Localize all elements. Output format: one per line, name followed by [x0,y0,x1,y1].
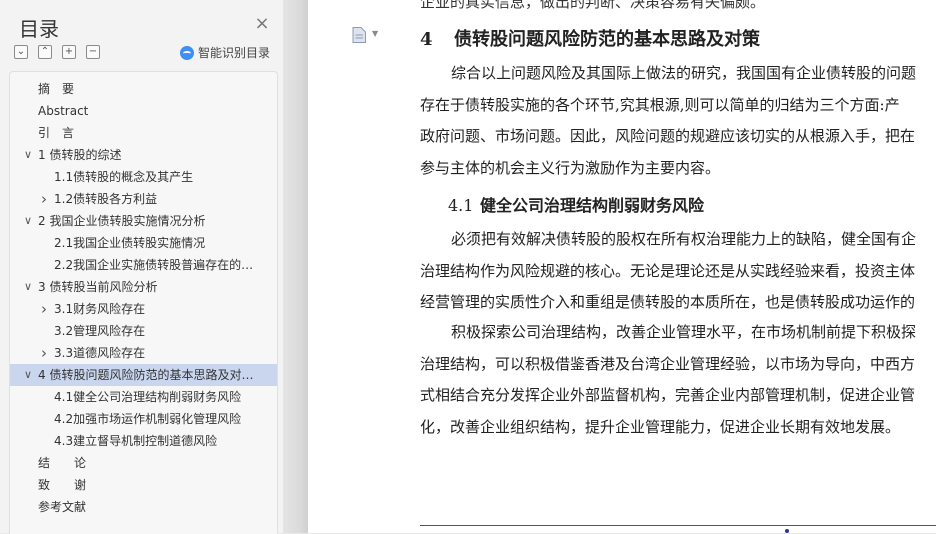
toc-item[interactable]: 引 言 [10,122,277,144]
toc-list: 摘 要 Abstract 引 言 ∨ 1 债转股的综述 1.1债转股的概念及其产生 › 1.2… [9,71,278,534]
paragraph-line: 积极探索公司治理结构，改善企业管理水平，在市场机制前提下积极探 [451,323,917,341]
toc-title: 目录 [19,17,59,41]
document-icon[interactable] [352,27,366,43]
chevron-down-icon[interactable]: ∨ [22,144,34,166]
paragraph-line: 治理结构，可以积极借鉴香港及台湾企业管理经验，以市场为导向，中西方 [420,354,916,373]
toc-item-label: 1 债转股的综述 [38,148,122,162]
toc-toolbar: ⌄ ⌃ + − 智能识别目录 [14,45,276,61]
paragraph-line: 经营管理的实质性介入和重组是债转股的本质所在，也是债转股成功运作的 [420,293,916,311]
paragraph-3: 积极探索公司治理结构，改善企业管理水平，在市场机制前提下积极探 治理结构，可以积… [420,317,936,443]
toc-item-label: 1.2债转股各方利益 [54,192,158,206]
section-number: 4 [420,29,433,50]
paragraph-line: 存在于债转股实施的各个环节,究其根源,则可以简单的归结为三个方面:产 [420,95,900,114]
add-heading-icon[interactable]: + [62,45,76,59]
toc-item[interactable]: 参考文献 [10,496,277,518]
toc-item-label: 4 债转股问题风险防范的基本思路及对… [38,368,254,382]
section-title: 债转股问题风险防范的基本思路及对策 [454,29,760,50]
toc-item-label: 3.3道德风险存在 [54,346,146,360]
toc-panel: 目录 × ⌄ ⌃ + − 智能识别目录 摘 要 Abstract 引 言 ∨ 1 债转股… [0,0,283,534]
footnote-rule [420,525,936,526]
subsection-heading: 4.1 健全公司治理结构削弱财务风险 [448,192,704,216]
toc-item[interactable]: 4.2加强市场运作机制弱化管理风险 [10,408,277,430]
toc-item-label: 摘 要 [38,82,75,96]
cursor-marker [785,529,789,533]
collapse-all-icon[interactable]: ⌃ [38,45,52,59]
toc-item[interactable]: 1.1债转股的概念及其产生 [10,166,277,188]
paragraph-line: 化，改善企业组织结构，提升企业管理能力，促进企业长期有效地发展。 [420,417,901,436]
subsection-number: 4.1 [448,196,474,215]
chevron-right-icon[interactable]: › [38,298,50,320]
paragraph-line: 综合以上问题风险及其国际上做法的研究，我国国有企业债转股的问题 [451,64,917,82]
toc-item[interactable]: 2.1我国企业债转股实施情况 [10,232,277,254]
toc-item[interactable]: 致 谢 [10,474,277,496]
toc-item-label: 2.1我国企业债转股实施情况 [54,236,206,250]
toc-item-label: 2.2我国企业实施债转股普遍存在的… [54,258,254,272]
close-icon[interactable]: × [254,15,270,33]
toc-item[interactable]: 摘 要 [10,78,277,100]
paragraph-line: 政府问题、市场问题。因此，风险问题的规避应该切实的从根源入手，把在 [420,127,916,145]
smart-toc-button[interactable]: 智能识别目录 [180,44,270,60]
toc-item-label: 3 债转股当前风险分析 [38,280,158,294]
paragraph-1: 综合以上问题风险及其国际上做法的研究，我国国有企业债转股的问题 存在于债转股实施… [420,58,936,184]
expand-all-icon[interactable]: ⌄ [14,45,28,59]
toc-item-label: 参考文献 [38,500,87,514]
toc-item-label: 1.1债转股的概念及其产生 [54,170,194,184]
toc-item-label: Abstract [38,104,89,118]
toc-item-label: 4.1健全公司治理结构削弱财务风险 [54,390,242,404]
toc-item[interactable]: ∨ 3 债转股当前风险分析 [10,276,277,298]
toc-item-label: 2 我国企业债转股实施情况分析 [38,214,206,228]
toc-item[interactable]: ∨ 1 债转股的综述 [10,144,277,166]
section-heading: 4 债转股问题风险防范的基本思路及对策 [420,25,760,51]
toc-item-label: 3.1财务风险存在 [54,302,146,316]
toc-item-label: 引 言 [38,126,75,140]
paragraph-line: 参与主体的机会主义行为激励作为主要内容。 [420,158,721,177]
remove-heading-icon[interactable]: − [86,45,100,59]
toc-item[interactable]: › 3.1财务风险存在 [10,298,277,320]
chevron-right-icon[interactable]: › [38,188,50,210]
paragraph-line: 式相结合充分发挥企业外部监督机构，完善企业内部管理机制，促进企业管 [420,386,916,404]
toc-item-label: 3.2管理风险存在 [54,324,146,338]
toc-item[interactable]: ∨ 2 我国企业债转股实施情况分析 [10,210,277,232]
smart-toc-icon [180,46,194,60]
chevron-down-icon[interactable]: ∨ [22,276,34,298]
toc-item[interactable]: › 3.3道德风险存在 [10,342,277,364]
toc-item-label: 结 论 [38,456,87,470]
paragraph-line: 治理结构作为风险规避的核心。无论是理论还是从实践经验来看，投资主体 [420,261,916,280]
caret-down-icon[interactable]: ▼ [372,29,378,38]
toc-item-label: 4.2加强市场运作机制弱化管理风险 [54,412,242,426]
subsection-title: 健全公司治理结构削弱财务风险 [480,196,705,215]
paragraph-2: 必须把有效解决债转股的股权在所有权治理能力上的缺陷，健全国有企 治理结构作为风险… [420,224,936,319]
toc-item[interactable]: ∨ 4 债转股问题风险防范的基本思路及对… [10,364,277,386]
toc-item-label: 致 谢 [38,478,87,492]
smart-toc-label: 智能识别目录 [198,46,271,60]
document-page[interactable]: ▼ 企业的真实信息，做出的判断、决策容易有失偏颇。 4 债转股问题风险防范的基本思… [308,0,936,533]
chevron-right-icon[interactable]: › [38,342,50,364]
toc-item[interactable]: Abstract [10,100,277,122]
chevron-down-icon[interactable]: ∨ [22,364,34,386]
toc-item[interactable]: 4.1健全公司治理结构削弱财务风险 [10,386,277,408]
chevron-down-icon[interactable]: ∨ [22,210,34,232]
cut-off-line: 企业的真实信息，做出的判断、决策容易有失偏颇。 [420,0,766,11]
paragraph-line: 必须把有效解决债转股的股权在所有权治理能力上的缺陷，健全国有企 [451,230,917,248]
panel-divider[interactable] [283,0,308,533]
toc-item-label: 4.3建立督导机制控制道德风险 [54,434,218,448]
toc-item[interactable]: 结 论 [10,452,277,474]
toc-item[interactable]: 3.2管理风险存在 [10,320,277,342]
toc-item[interactable]: › 1.2债转股各方利益 [10,188,277,210]
toc-item[interactable]: 4.3建立督导机制控制道德风险 [10,430,277,452]
toc-item[interactable]: 2.2我国企业实施债转股普遍存在的… [10,254,277,276]
